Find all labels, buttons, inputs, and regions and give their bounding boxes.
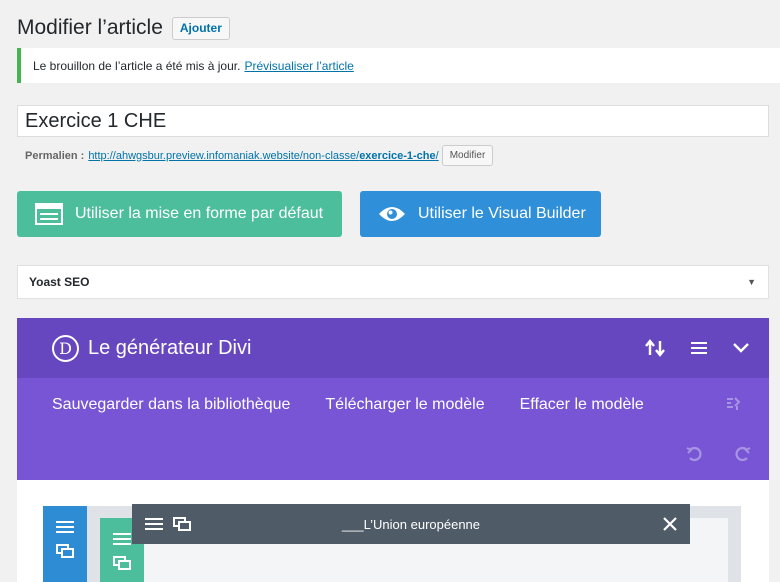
yoast-title: Yoast SEO bbox=[29, 275, 90, 289]
divi-canvas: ___L’Union européenne bbox=[17, 480, 769, 582]
yoast-seo-panel[interactable]: Yoast SEO ▼ bbox=[17, 265, 769, 299]
sort-icon[interactable] bbox=[645, 339, 665, 357]
duplicate-icon[interactable] bbox=[113, 556, 131, 570]
duplicate-icon[interactable] bbox=[173, 517, 191, 531]
save-to-library-button[interactable]: Sauvegarder dans la bibliothèque bbox=[52, 396, 290, 414]
page-title: Modifier l’article bbox=[17, 16, 163, 39]
close-icon[interactable] bbox=[663, 517, 677, 531]
permalink-slug: exercice-1-che bbox=[359, 149, 436, 162]
notice-text: Le brouillon de l’article a été mis à jo… bbox=[33, 58, 241, 73]
title-row: Modifier l’article Ajouter bbox=[17, 16, 230, 40]
redo-icon[interactable] bbox=[735, 446, 751, 462]
preview-link[interactable]: Prévisualiser l’article bbox=[244, 59, 353, 73]
load-layout-button[interactable]: Télécharger le modèle bbox=[325, 396, 484, 414]
menu-icon[interactable] bbox=[145, 517, 163, 531]
eye-icon bbox=[378, 204, 406, 224]
caret-down-icon[interactable]: ▼ bbox=[747, 277, 756, 287]
permalink-edit-button[interactable]: Modifier bbox=[441, 145, 494, 166]
add-new-button[interactable]: Ajouter bbox=[171, 16, 230, 40]
menu-icon[interactable] bbox=[113, 532, 131, 546]
clear-layout-button[interactable]: Effacer le modèle bbox=[520, 396, 644, 414]
module-title: ___L’Union européenne bbox=[341, 516, 481, 532]
section-handle[interactable] bbox=[43, 506, 87, 582]
permalink-row: Permalien : http://ahwgsbur.preview.info… bbox=[25, 145, 494, 166]
undo-icon[interactable] bbox=[686, 446, 702, 462]
visual-builder-button[interactable]: Utiliser le Visual Builder bbox=[360, 191, 601, 237]
portability-icon[interactable] bbox=[725, 396, 741, 412]
divi-title: Le générateur Divi bbox=[88, 336, 252, 359]
permalink-label: Permalien : bbox=[25, 149, 85, 162]
duplicate-icon[interactable] bbox=[56, 544, 74, 558]
default-layout-button[interactable]: Utiliser la mise en forme par défaut bbox=[17, 191, 342, 237]
divi-toolbar: Sauvegarder dans la bibliothèque Télécha… bbox=[17, 378, 769, 480]
permalink-link[interactable]: http://ahwgsbur.preview.infomaniak.websi… bbox=[88, 150, 438, 162]
divi-logo: D bbox=[52, 334, 79, 362]
post-title-input[interactable]: Exercice 1 CHE bbox=[17, 105, 769, 137]
visual-builder-label: Utiliser le Visual Builder bbox=[418, 205, 586, 222]
divi-module[interactable]: ___L’Union européenne bbox=[132, 504, 690, 544]
chevron-down-icon[interactable] bbox=[733, 343, 749, 353]
divi-header-icons bbox=[619, 318, 749, 378]
menu-icon[interactable] bbox=[691, 341, 707, 355]
default-layout-label: Utiliser la mise en forme par défaut bbox=[75, 205, 324, 222]
divi-actions: Sauvegarder dans la bibliothèque Télécha… bbox=[52, 396, 679, 414]
divi-builder: D Le générateur Divi Sauvegarder dans la… bbox=[17, 318, 769, 582]
update-notice: Le brouillon de l’article a été mis à jo… bbox=[17, 48, 780, 83]
menu-icon[interactable] bbox=[56, 520, 74, 534]
layout-icon bbox=[35, 203, 63, 225]
divi-header: D Le générateur Divi bbox=[17, 318, 769, 378]
